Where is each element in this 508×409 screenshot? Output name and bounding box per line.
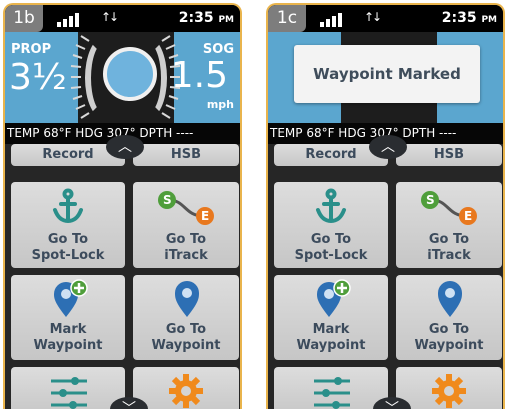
add-waypoint-pin-icon (317, 279, 351, 317)
track-end-label: E (464, 209, 473, 223)
status-bar: 1c ↑↓ 2:35 PM (268, 5, 503, 32)
chevron-up-icon[interactable]: ︿ (106, 135, 144, 159)
phone-screen-1c: 1c ↑↓ 2:35 PM Waypoint Marked TEMP 68°F … (266, 3, 505, 409)
gear-icon (432, 374, 466, 408)
gear-button[interactable] (133, 367, 239, 409)
prop-value: 3½ (9, 57, 67, 98)
hsb-button[interactable]: HSB (396, 144, 502, 166)
settings-button[interactable] (274, 367, 388, 409)
mark-waypoint-button[interactable]: Mark Waypoint (11, 275, 125, 360)
phone-screen-1b: 1b ↑↓ 2:35 PM PROP 3½ SOG 1.5 mph TEMP 6… (3, 3, 242, 409)
track-start-label: S (163, 193, 172, 207)
track-start-label: S (426, 193, 435, 207)
waypoint-pin-icon (175, 281, 199, 317)
data-transfer-icon: ↑↓ (101, 10, 119, 24)
steering-dial[interactable] (103, 47, 157, 101)
gauge-area: PROP 3½ SOG 1.5 mph (5, 32, 240, 123)
go-to-waypoint-button[interactable]: Go To Waypoint (396, 275, 502, 360)
panel-tag: 1c (268, 5, 306, 32)
status-bar: 1b ↑↓ 2:35 PM (5, 5, 240, 32)
prop-label: PROP (11, 42, 52, 57)
go-to-spot-lock-button[interactable]: Go To Spot-Lock (274, 182, 388, 268)
panel-tag: 1b (5, 5, 43, 32)
mark-waypoint-button[interactable]: Mark Waypoint (274, 275, 388, 360)
waypoint-pin-icon (438, 281, 462, 317)
go-to-spot-lock-button[interactable]: Go To Spot-Lock (11, 182, 125, 268)
go-to-itrack-button[interactable]: S E Go To iTrack (133, 182, 239, 268)
sog-value: 1.5 (170, 55, 228, 96)
settings-button[interactable] (11, 367, 125, 409)
anchor-icon (53, 188, 83, 224)
go-to-waypoint-button[interactable]: Go To Waypoint (133, 275, 239, 360)
anchor-icon (316, 188, 346, 224)
gear-icon (169, 374, 203, 408)
sog-unit: mph (206, 98, 234, 111)
sliders-icon (51, 377, 87, 409)
chevron-up-icon[interactable]: ︿ (369, 135, 407, 159)
gear-button[interactable] (396, 367, 502, 409)
signal-strength-icon (57, 13, 87, 27)
sliders-icon (314, 377, 350, 409)
add-waypoint-pin-icon (54, 279, 88, 317)
track-end-label: E (201, 209, 210, 223)
signal-strength-icon (320, 13, 350, 27)
clock: 2:35 PM (441, 10, 497, 26)
data-transfer-icon: ↑↓ (364, 10, 382, 24)
clock: 2:35 PM (178, 10, 234, 26)
hsb-button[interactable]: HSB (133, 144, 239, 166)
waypoint-marked-toast: Waypoint Marked (294, 45, 480, 103)
go-to-itrack-button[interactable]: S E Go To iTrack (396, 182, 502, 268)
